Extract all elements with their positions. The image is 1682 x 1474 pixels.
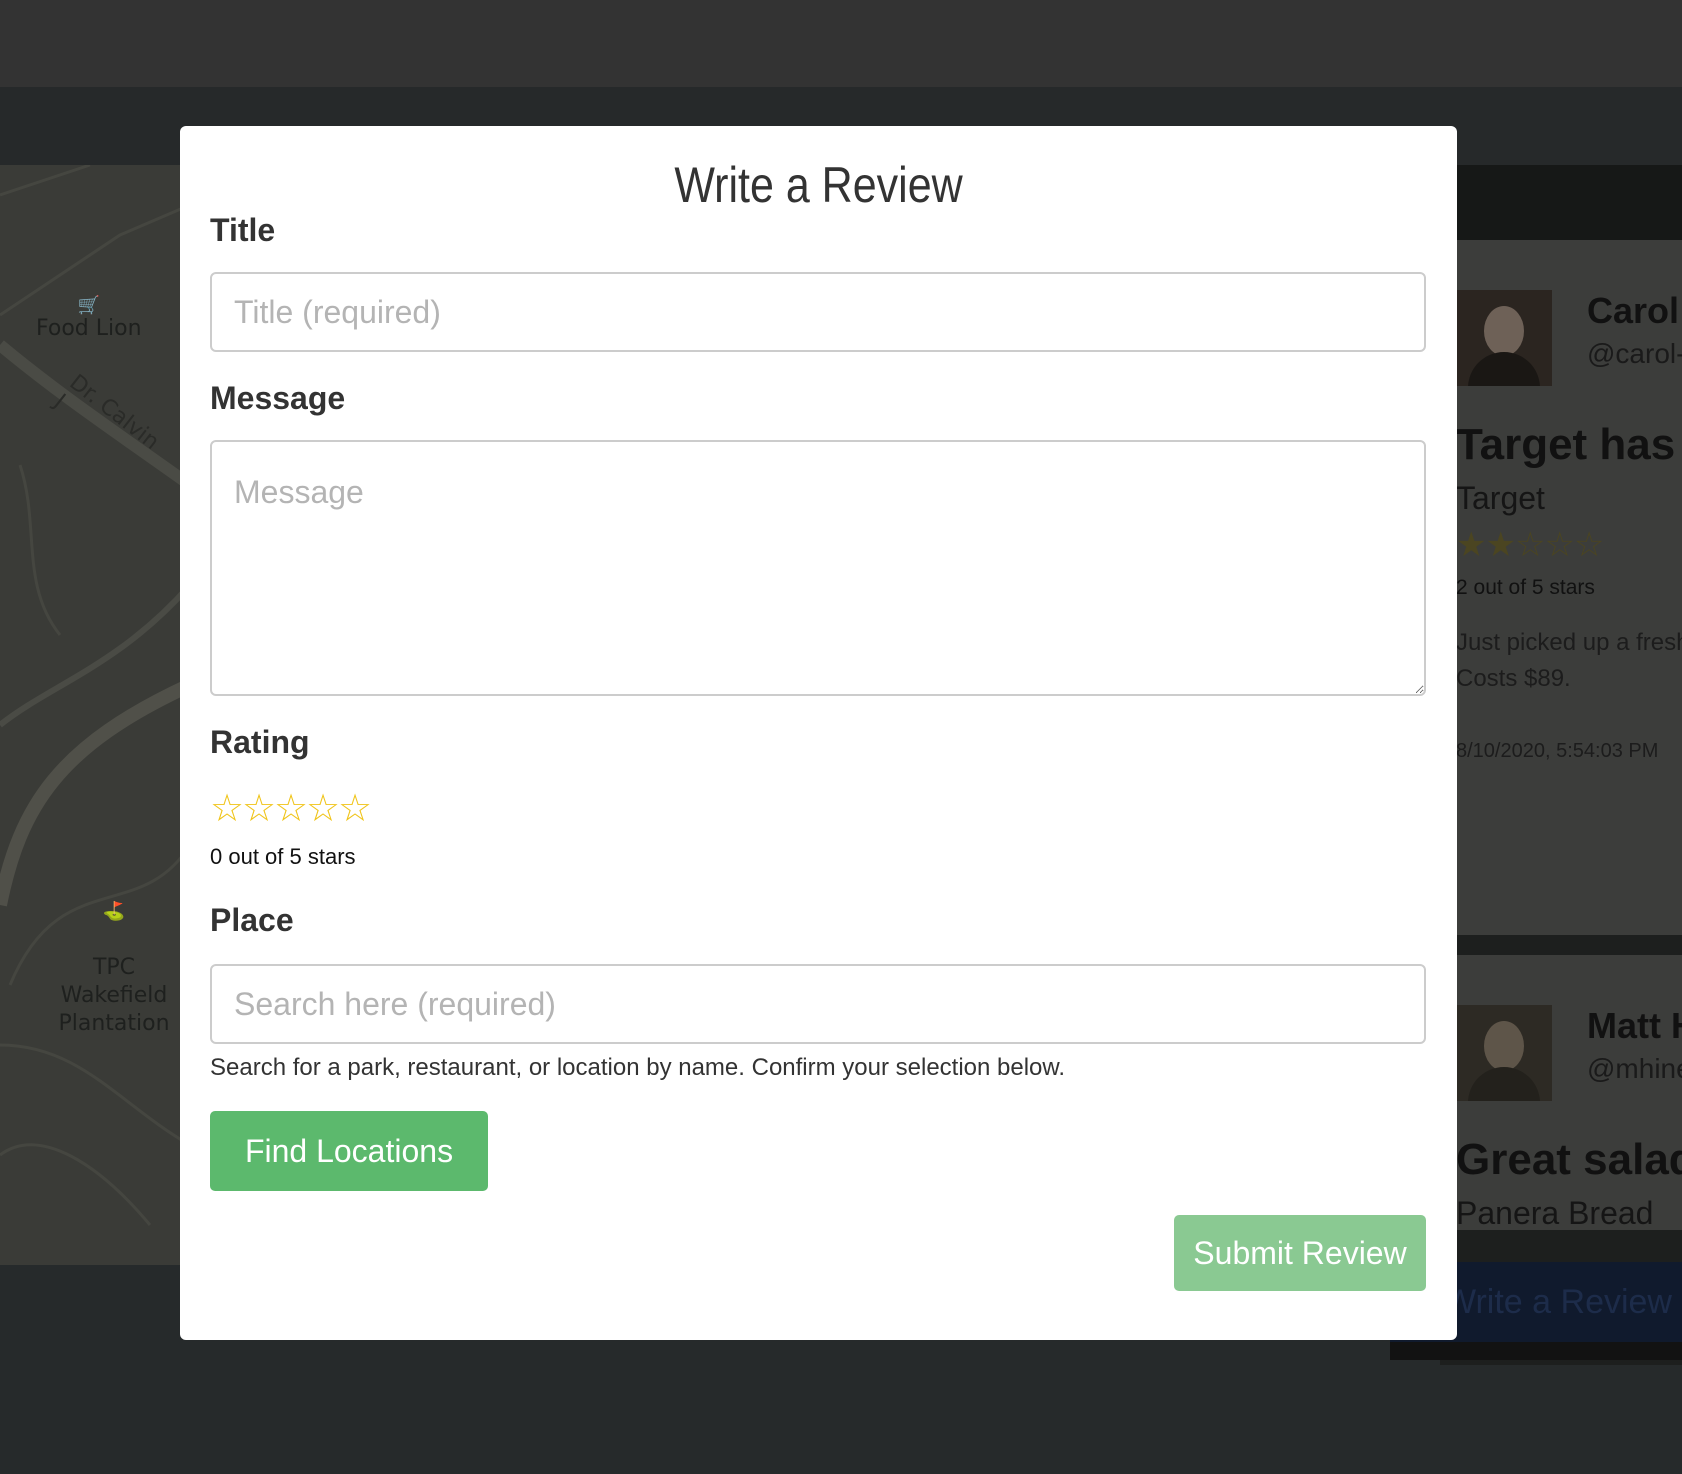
feed-header: [1440, 165, 1682, 240]
reviewer-handle: @mhine: [1587, 1053, 1682, 1084]
review-place: Target: [1456, 480, 1545, 516]
message-label: Message: [210, 380, 346, 416]
review-card[interactable]: Carol @carol- Target has Target ★★☆☆☆ 2 …: [1440, 240, 1682, 935]
rating-label: Rating: [210, 724, 310, 760]
avatar: [1454, 290, 1552, 386]
review-card[interactable]: Matt H @mhine Great salad Panera Bread: [1440, 955, 1682, 1230]
star-icon[interactable]: ☆: [242, 786, 276, 831]
write-review-modal: Write a Review Title Message Rating ☆☆☆☆…: [180, 126, 1457, 1340]
map-poi-tpc[interactable]: ⛳ TPC Wakefield Plantation: [38, 870, 190, 1038]
reviewer-handle: @carol-: [1587, 338, 1682, 369]
reviewer-name: Matt H: [1587, 1005, 1682, 1046]
review-stars: ★★☆☆☆: [1456, 526, 1604, 564]
map-poi-food-lion[interactable]: 🛒 Food Lion: [36, 295, 142, 341]
avatar-body: [1468, 352, 1540, 386]
rating-stars[interactable]: ☆☆☆☆☆: [210, 786, 372, 831]
top-bar: [0, 0, 1682, 87]
title-label: Title: [210, 212, 276, 248]
rating-count-text: 0 out of 5 stars: [210, 844, 356, 869]
find-locations-button[interactable]: Find Locations: [210, 1111, 488, 1191]
place-label: Place: [210, 902, 294, 938]
star-icon[interactable]: ☆: [210, 786, 244, 831]
place-search-input[interactable]: [210, 964, 1426, 1044]
message-textarea[interactable]: [210, 440, 1426, 696]
feed-footer: [1390, 1342, 1682, 1360]
map-poi-label: Food Lion: [36, 316, 142, 341]
review-place: Panera Bread: [1456, 1195, 1654, 1230]
avatar-face: [1484, 306, 1524, 356]
review-text-line: Costs $89.: [1456, 665, 1571, 692]
avatar: [1454, 1005, 1552, 1101]
place-help-text: Search for a park, restaurant, or locati…: [210, 1054, 1066, 1081]
submit-review-button[interactable]: Submit Review: [1174, 1215, 1426, 1291]
avatar-body: [1468, 1067, 1540, 1101]
title-input[interactable]: [210, 272, 1426, 352]
map-poi-label: TPC Wakefield Plantation: [58, 955, 170, 1036]
page: 🛒 Food Lion Dr. Calvin J ⛳ TPC Wakefield…: [0, 0, 1682, 1474]
review-date: 8/10/2020, 5:54:03 PM: [1456, 740, 1659, 762]
review-title: Great salad: [1456, 1135, 1682, 1184]
cart-icon: 🛒: [77, 295, 100, 316]
review-rating-text: 2 out of 5 stars: [1456, 576, 1595, 599]
map[interactable]: 🛒 Food Lion Dr. Calvin J ⛳ TPC Wakefield…: [0, 165, 190, 1265]
modal-title: Write a Review: [674, 157, 963, 213]
reviewer-name: Carol: [1587, 290, 1680, 331]
review-title: Target has: [1456, 420, 1676, 469]
star-icon[interactable]: ☆: [274, 786, 308, 831]
review-text-line: Just picked up a fresh: [1456, 629, 1682, 656]
avatar-face: [1484, 1021, 1524, 1071]
star-icon[interactable]: ☆: [306, 786, 340, 831]
star-icon[interactable]: ☆: [338, 786, 372, 831]
golf-icon: ⛳: [102, 901, 126, 922]
